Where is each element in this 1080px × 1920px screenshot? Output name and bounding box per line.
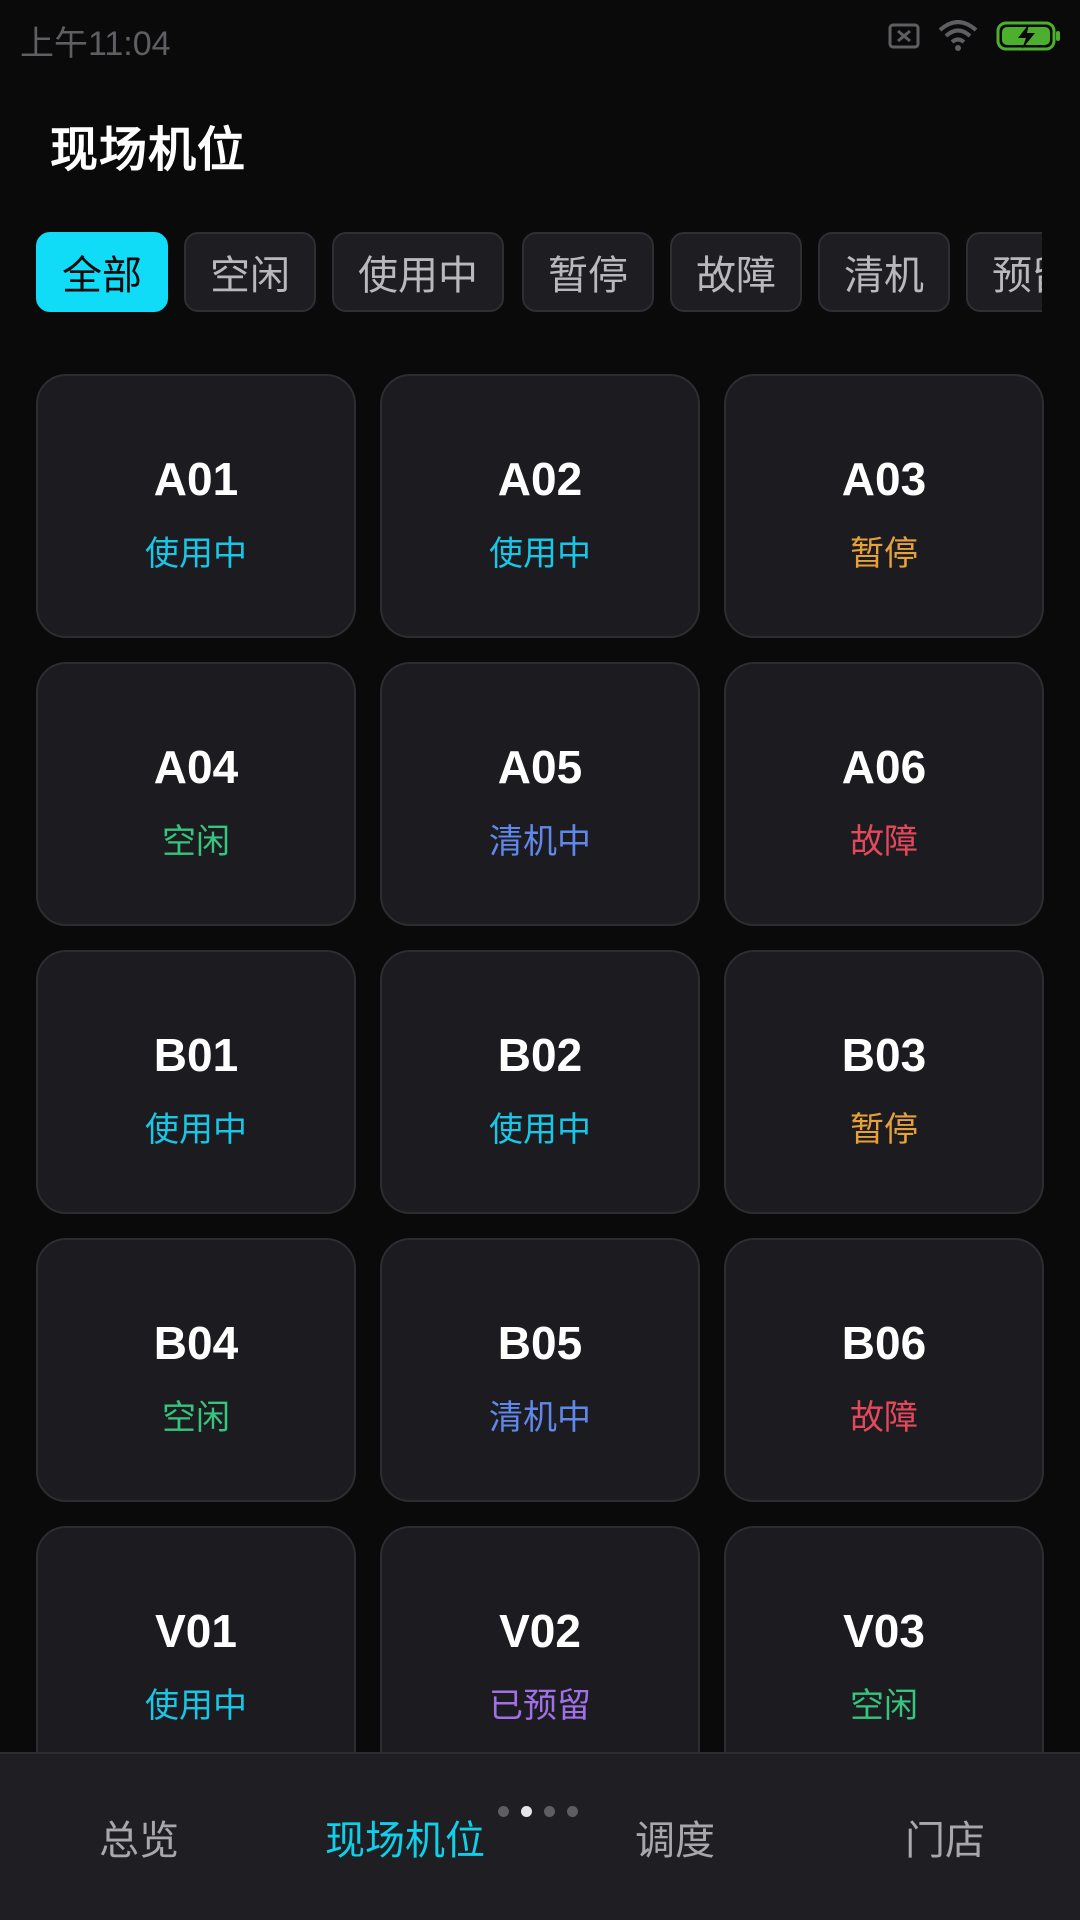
machine-name: V01 xyxy=(155,1605,237,1657)
filter-chip-all[interactable]: 全部 xyxy=(36,232,168,312)
filter-chip-row[interactable]: 全部 空闲 使用中 暂停 故障 清机 预留 xyxy=(36,232,1042,316)
page-dot-current xyxy=(521,1806,532,1817)
machine-name: B06 xyxy=(841,1317,927,1369)
machine-name: B02 xyxy=(497,1029,583,1081)
machine-card[interactable]: V02 已预留 xyxy=(380,1526,700,1752)
nav-item-stores[interactable]: 门店 xyxy=(900,1808,990,1866)
machine-status: 空闲 xyxy=(162,822,230,862)
page-title: 现场机位 xyxy=(50,122,247,178)
machine-status: 使用中 xyxy=(145,534,247,574)
machine-card[interactable]: A04 空闲 xyxy=(36,662,356,926)
machine-status: 暂停 xyxy=(850,1110,918,1150)
battery-charging-icon xyxy=(996,20,1062,56)
machine-status: 使用中 xyxy=(145,1110,247,1150)
machine-name: A01 xyxy=(153,453,239,505)
machine-status: 清机中 xyxy=(489,1398,591,1438)
machine-name: V02 xyxy=(499,1605,581,1657)
machine-card[interactable]: B01 使用中 xyxy=(36,950,356,1214)
machine-name: A05 xyxy=(497,741,583,793)
machine-status: 已预留 xyxy=(489,1686,591,1726)
page-indicator xyxy=(498,1806,578,1817)
machine-card[interactable]: B03 暂停 xyxy=(724,950,1044,1214)
machine-status: 使用中 xyxy=(489,534,591,574)
filter-chip-reserved[interactable]: 预留 xyxy=(966,232,1042,312)
machine-card[interactable]: A06 故障 xyxy=(724,662,1044,926)
status-bar: 上午11:04 xyxy=(0,0,1080,76)
filter-chip-paused[interactable]: 暂停 xyxy=(522,232,654,312)
machine-name: B03 xyxy=(841,1029,927,1081)
machine-name: A03 xyxy=(841,453,927,505)
machine-card[interactable]: A02 使用中 xyxy=(380,374,700,638)
machine-card[interactable]: B04 空闲 xyxy=(36,1238,356,1502)
machine-grid: A01 使用中 A02 使用中 A03 暂停 A04 空闲 A05 清机中 A0… xyxy=(36,374,1044,1752)
filter-chip-cleaning[interactable]: 清机 xyxy=(818,232,950,312)
page-dot xyxy=(544,1806,555,1817)
filter-chip-idle[interactable]: 空闲 xyxy=(184,232,316,312)
machine-status: 清机中 xyxy=(489,822,591,862)
machine-card[interactable]: A05 清机中 xyxy=(380,662,700,926)
status-time: 上午11:04 xyxy=(20,25,171,63)
bottom-nav: 总览 现场机位 调度 门店 xyxy=(0,1752,1080,1920)
filter-chip-in-use[interactable]: 使用中 xyxy=(332,232,504,312)
machine-name: B05 xyxy=(497,1317,583,1369)
machine-name: B04 xyxy=(153,1317,239,1369)
machine-card[interactable]: V01 使用中 xyxy=(36,1526,356,1752)
filter-chip-fault[interactable]: 故障 xyxy=(670,232,802,312)
machine-status: 故障 xyxy=(850,1398,918,1438)
machine-status: 空闲 xyxy=(850,1686,918,1726)
wifi-icon xyxy=(938,20,978,56)
machine-name: A02 xyxy=(497,453,583,505)
machine-card[interactable]: B06 故障 xyxy=(724,1238,1044,1502)
machine-name: V03 xyxy=(843,1605,925,1657)
nav-item-onsite-machines[interactable]: 现场机位 xyxy=(320,1808,490,1866)
sim-off-icon xyxy=(888,23,920,53)
page-dot xyxy=(567,1806,578,1817)
machine-status: 空闲 xyxy=(162,1398,230,1438)
machine-status: 使用中 xyxy=(489,1110,591,1150)
nav-item-dispatch[interactable]: 调度 xyxy=(630,1808,720,1866)
machine-name: A04 xyxy=(153,741,239,793)
machine-name: A06 xyxy=(841,741,927,793)
machine-card[interactable]: A01 使用中 xyxy=(36,374,356,638)
machine-card[interactable]: A03 暂停 xyxy=(724,374,1044,638)
machine-card[interactable]: B05 清机中 xyxy=(380,1238,700,1502)
machine-status: 故障 xyxy=(850,822,918,862)
machine-status: 暂停 xyxy=(850,534,918,574)
machine-status: 使用中 xyxy=(145,1686,247,1726)
machine-card[interactable]: B02 使用中 xyxy=(380,950,700,1214)
page-dot xyxy=(498,1806,509,1817)
machine-name: B01 xyxy=(153,1029,239,1081)
status-icons xyxy=(888,18,1062,58)
nav-item-overview[interactable]: 总览 xyxy=(94,1808,184,1866)
machine-card[interactable]: V03 空闲 xyxy=(724,1526,1044,1752)
